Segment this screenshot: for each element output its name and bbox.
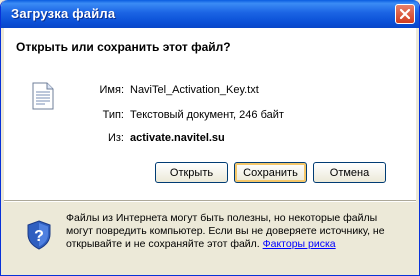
file-type-label: Тип:: [102, 109, 124, 121]
warning-line-1: Файлы из Интернета могут быть полезны, н…: [66, 212, 378, 224]
file-type-value: Текстовый документ, 246 байт: [130, 109, 284, 121]
text-document-icon: [32, 82, 54, 110]
svg-text:?: ?: [34, 228, 44, 245]
dialog-body: Открыть или сохранить этот файл? Имя: Nav…: [4, 28, 416, 272]
file-name-row: Имя: NaviTel_Activation_Key.txt: [82, 84, 259, 96]
warning-panel: ? Файлы из Интернета могут быть полезны,…: [4, 202, 416, 272]
close-icon: [399, 8, 411, 20]
file-source-value: activate.navitel.su: [130, 132, 225, 144]
warning-line-2: могут повредить компьютер. Если вы не до…: [66, 225, 385, 237]
window-title: Загрузка файла: [11, 6, 116, 21]
warning-text: Файлы из Интернета могут быть полезны, н…: [66, 212, 406, 251]
file-name-value: NaviTel_Activation_Key.txt: [130, 84, 259, 96]
shield-question-icon: ?: [27, 220, 51, 250]
warning-line-3-text: открывайте и не сохраняйте этот файл.: [66, 238, 260, 250]
file-type-row: Тип: Текстовый документ, 246 байт: [82, 109, 284, 121]
file-name-label: Имя:: [99, 84, 124, 96]
warning-line-3: открывайте и не сохраняйте этот файл. Фа…: [66, 238, 406, 251]
dialog-question: Открыть или сохранить этот файл?: [16, 40, 231, 54]
title-bar[interactable]: Загрузка файла: [1, 0, 419, 28]
file-source-row: Из: activate.navitel.su: [82, 132, 225, 144]
file-source-label: Из:: [107, 132, 124, 144]
open-button[interactable]: Открыть: [155, 162, 228, 183]
close-button[interactable]: [395, 4, 415, 24]
cancel-button[interactable]: Отмена: [313, 162, 386, 183]
file-download-dialog: Загрузка файла Открыть или сохранить это…: [0, 0, 420, 276]
save-button[interactable]: Сохранить: [234, 162, 307, 183]
risk-factors-link[interactable]: Факторы риска: [263, 238, 336, 250]
